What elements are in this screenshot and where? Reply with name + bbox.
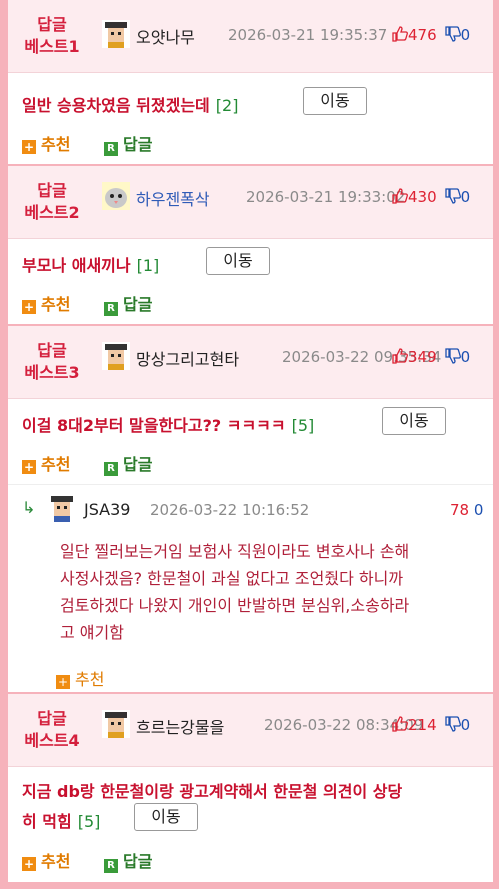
- nickname[interactable]: JSA39: [84, 500, 130, 519]
- avatar[interactable]: [48, 494, 76, 522]
- move-button[interactable]: 이동: [303, 87, 367, 115]
- comment-header: 답글 베스트2 하우젠폭삭 2026-03-21 19:33:02 430 0: [8, 166, 493, 239]
- recommend-button[interactable]: + 추천: [22, 291, 70, 315]
- divider: [8, 484, 493, 485]
- avatar[interactable]: [102, 710, 130, 738]
- plus-icon: +: [22, 300, 36, 314]
- downvote-count: 0: [460, 26, 471, 44]
- thumb-down-icon[interactable]: [444, 716, 461, 732]
- thumb-up-icon[interactable]: [392, 188, 408, 204]
- vote-counts: 476 0: [392, 26, 470, 44]
- reply-r-icon: R: [104, 462, 118, 476]
- move-button[interactable]: 이동: [382, 407, 446, 435]
- comment-header: 답글 베스트4 흐르는강물을 2026-03-22 08:34:09 214 0: [8, 694, 493, 767]
- downvote-count: 0: [460, 716, 471, 734]
- best-badge: 답글 베스트2: [24, 181, 80, 222]
- best-badge: 답글 베스트1: [24, 15, 80, 56]
- recommend-button[interactable]: + 추천: [22, 848, 70, 872]
- plus-icon: +: [22, 460, 36, 474]
- comment-header: 답글 베스트1 오얏나무 2026-03-21 19:35:37 476 0: [8, 0, 493, 73]
- reply-r-icon: R: [104, 142, 118, 156]
- nickname[interactable]: 흐르는강물을: [136, 714, 224, 738]
- vote-counts: 78 0: [450, 501, 483, 519]
- comment-list: 답글 베스트1 오얏나무 2026-03-21 19:35:37 476 0 일반 …: [8, 0, 493, 882]
- reply-count: [5]: [291, 416, 315, 435]
- comment-text: 일반 승용차였음 뒤졌겠는데 [2]: [22, 96, 239, 115]
- nickname[interactable]: 오얏나무: [136, 24, 195, 48]
- upvote-count: 349: [408, 348, 437, 366]
- downvote-count: 0: [460, 188, 471, 206]
- recommend-button[interactable]: + 추천: [56, 666, 104, 690]
- upvote-count: 214: [408, 716, 437, 734]
- avatar[interactable]: [102, 342, 130, 370]
- thumb-down-icon[interactable]: [444, 188, 461, 204]
- reply-text: 일단 찔러보는거임 보험사 직원이라도 변호사나 손해 사정사겠음? 한문철이 …: [60, 542, 410, 642]
- comment-text: 지금 db랑 한문철이랑 광고계약해서 한문철 의견이 상당: [22, 782, 403, 801]
- plus-icon: +: [22, 140, 36, 154]
- best-badge: 답글 베스트3: [24, 341, 80, 382]
- reply-button[interactable]: R 답글: [104, 451, 152, 476]
- comment-text: 부모나 애새끼나 [1]: [22, 256, 160, 275]
- reply-button[interactable]: R 답글: [104, 848, 152, 873]
- plus-icon: +: [56, 675, 70, 689]
- comment-header: 답글 베스트3 망상그리고현타 2026-03-22 09:35:34 349 0: [8, 326, 493, 399]
- thumb-up-icon[interactable]: [392, 348, 408, 364]
- downvote-count: 0: [460, 348, 471, 366]
- reply-button[interactable]: R 답글: [104, 131, 152, 156]
- reply-count: [1]: [136, 256, 160, 275]
- vote-counts: 430 0: [392, 188, 470, 206]
- move-button[interactable]: 이동: [134, 803, 198, 831]
- move-button[interactable]: 이동: [206, 247, 270, 275]
- comment-text-cont: 히 먹힘 [5]: [22, 812, 101, 831]
- comment-text: 이걸 8대2부터 말을한다고?? ㅋㅋㅋㅋ [5]: [22, 416, 315, 435]
- recommend-button[interactable]: + 추천: [22, 451, 70, 475]
- vote-counts: 349 0: [392, 348, 470, 366]
- thumb-down-icon[interactable]: [444, 348, 461, 364]
- recommend-button[interactable]: + 추천: [22, 131, 70, 155]
- reply-count: [2]: [215, 96, 239, 115]
- upvote-count: 430: [408, 188, 437, 206]
- downvote-count: 0: [473, 501, 484, 519]
- vote-counts: 214 0: [392, 716, 470, 734]
- reply-r-icon: R: [104, 302, 118, 316]
- timestamp: 2026-03-21 19:35:37: [228, 26, 388, 44]
- nickname[interactable]: 하우젠폭삭: [136, 186, 210, 210]
- best-badge: 답글 베스트4: [24, 709, 80, 750]
- avatar[interactable]: [102, 20, 130, 48]
- thumb-up-icon[interactable]: [392, 26, 408, 42]
- avatar[interactable]: [102, 182, 130, 210]
- timestamp: 2026-03-21 19:33:02: [246, 188, 406, 206]
- upvote-count: 78: [450, 501, 470, 519]
- thumb-up-icon[interactable]: [392, 716, 408, 732]
- reply-r-icon: R: [104, 859, 118, 873]
- upvote-count: 476: [408, 26, 437, 44]
- timestamp: 2026-03-22 10:16:52: [150, 501, 310, 519]
- reply-arrow-icon: ↳: [22, 498, 36, 517]
- reply-count: [5]: [77, 812, 101, 831]
- reply-button[interactable]: R 답글: [104, 291, 152, 316]
- thumb-down-icon[interactable]: [444, 26, 461, 42]
- plus-icon: +: [22, 857, 36, 871]
- nickname[interactable]: 망상그리고현타: [136, 346, 239, 370]
